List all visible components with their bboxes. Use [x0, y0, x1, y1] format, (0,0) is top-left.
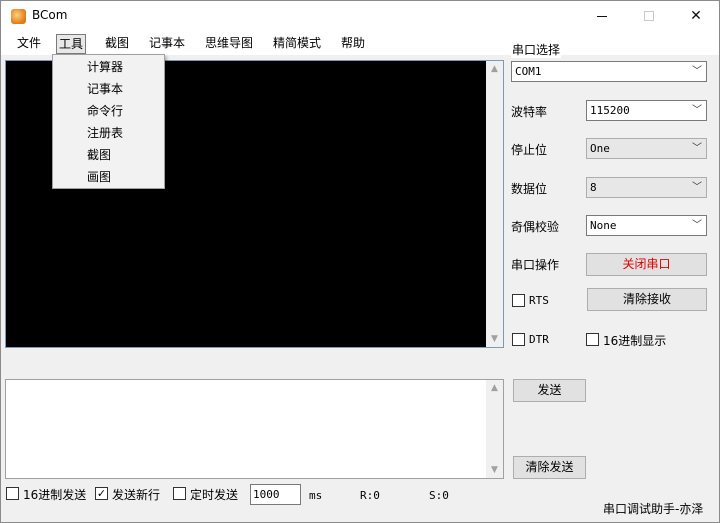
close-icon: ✕: [690, 8, 702, 24]
dropdown-item-registry[interactable]: 注册表: [87, 122, 123, 144]
window-title: BCom: [32, 8, 68, 22]
data-bits-select[interactable]: 8 ﹀: [586, 177, 707, 198]
menu-notepad[interactable]: 记事本: [147, 34, 187, 54]
hex-send-checkbox[interactable]: [6, 487, 19, 500]
hex-send-label: 16进制发送: [23, 488, 87, 502]
port-select-label: 串口选择: [511, 41, 562, 58]
baud-label: 波特率: [511, 105, 548, 119]
hex-display-label: 16进制显示: [603, 334, 667, 348]
data-bits-value: 8: [590, 181, 597, 194]
chevron-down-icon: ﹀: [692, 66, 702, 77]
menu-bar: 文件 工具 截图 记事本 思维导图 精简模式 帮助: [1, 31, 719, 55]
minimize-icon: [597, 15, 607, 17]
dropdown-item-paint[interactable]: 画图: [87, 166, 111, 188]
timed-send-label: 定时发送: [190, 488, 239, 502]
menu-mindmap[interactable]: 思维导图: [203, 34, 255, 54]
chevron-down-icon: ﹀: [692, 143, 702, 154]
tx-count: S:0: [429, 489, 449, 502]
baud-select[interactable]: 115200 ﹀: [586, 100, 707, 121]
dtr-label: DTR: [529, 333, 549, 346]
scroll-down-icon[interactable]: ▼: [486, 331, 503, 347]
menu-file[interactable]: 文件: [15, 34, 43, 54]
dropdown-item-cmd[interactable]: 命令行: [87, 100, 123, 122]
scroll-down-icon[interactable]: ▼: [486, 462, 503, 478]
check-icon: ✓: [96, 487, 107, 500]
clear-send-button[interactable]: 清除发送: [513, 456, 586, 479]
interval-input[interactable]: 1000: [250, 484, 301, 505]
hex-display-checkbox[interactable]: [586, 333, 599, 346]
stop-bits-label: 停止位: [511, 143, 548, 157]
title-bar: BCom ✕: [1, 1, 719, 31]
newline-label: 发送新行: [112, 488, 161, 502]
send-scrollbar[interactable]: ▲ ▼: [486, 380, 503, 478]
scroll-up-icon[interactable]: ▲: [486, 61, 503, 77]
dtr-checkbox[interactable]: [512, 333, 525, 346]
main-window: BCom ✕ 文件 工具 截图 记事本 思维导图 精简模式 帮助 ▲ ▼ 计算器…: [0, 0, 720, 523]
credit-text: 串口调试助手-亦泽: [603, 502, 704, 516]
port-operation-label: 串口操作: [511, 258, 560, 272]
close-port-button[interactable]: 关闭串口: [586, 253, 707, 276]
dropdown-item-calculator[interactable]: 计算器: [87, 56, 123, 78]
baud-value: 115200: [590, 104, 630, 117]
dropdown-item-notepad[interactable]: 记事本: [87, 78, 123, 100]
data-bits-label: 数据位: [511, 182, 548, 196]
close-button[interactable]: ✕: [673, 1, 719, 31]
newline-checkbox[interactable]: ✓: [95, 487, 108, 500]
maximize-icon: [644, 11, 654, 21]
tools-dropdown: 计算器 记事本 命令行 注册表 截图 画图: [52, 54, 165, 189]
parity-label: 奇偶校验: [511, 220, 560, 234]
stop-bits-value: One: [590, 142, 610, 155]
minimize-button[interactable]: [579, 1, 625, 31]
menu-tools[interactable]: 工具: [56, 34, 87, 54]
send-button[interactable]: 发送: [513, 379, 586, 402]
dropdown-item-screenshot[interactable]: 截图: [87, 144, 111, 166]
menu-compact-mode[interactable]: 精简模式: [271, 34, 323, 54]
scroll-up-icon[interactable]: ▲: [486, 380, 503, 396]
parity-select[interactable]: None ﹀: [586, 215, 707, 236]
chevron-down-icon: ﹀: [692, 105, 702, 116]
menu-screenshot[interactable]: 截图: [103, 34, 131, 54]
receive-scrollbar[interactable]: ▲ ▼: [486, 61, 503, 347]
port-select[interactable]: COM1 ﹀: [511, 61, 707, 82]
stop-bits-select[interactable]: One ﹀: [586, 138, 707, 159]
interval-unit: ms: [309, 489, 323, 502]
chevron-down-icon: ﹀: [692, 182, 702, 193]
clear-receive-button[interactable]: 清除接收: [587, 288, 707, 311]
rts-label: RTS: [529, 294, 549, 307]
send-textarea[interactable]: ▲ ▼: [5, 379, 504, 479]
dropdown-icon-strip: [55, 57, 79, 186]
maximize-button[interactable]: [626, 1, 672, 31]
timed-send-checkbox[interactable]: [173, 487, 186, 500]
rx-count: R:0: [360, 489, 380, 502]
menu-help[interactable]: 帮助: [339, 34, 367, 54]
parity-value: None: [590, 219, 617, 232]
app-icon: [11, 9, 26, 24]
chevron-down-icon: ﹀: [692, 220, 702, 231]
rts-checkbox[interactable]: [512, 294, 525, 307]
port-select-value: COM1: [515, 65, 542, 78]
